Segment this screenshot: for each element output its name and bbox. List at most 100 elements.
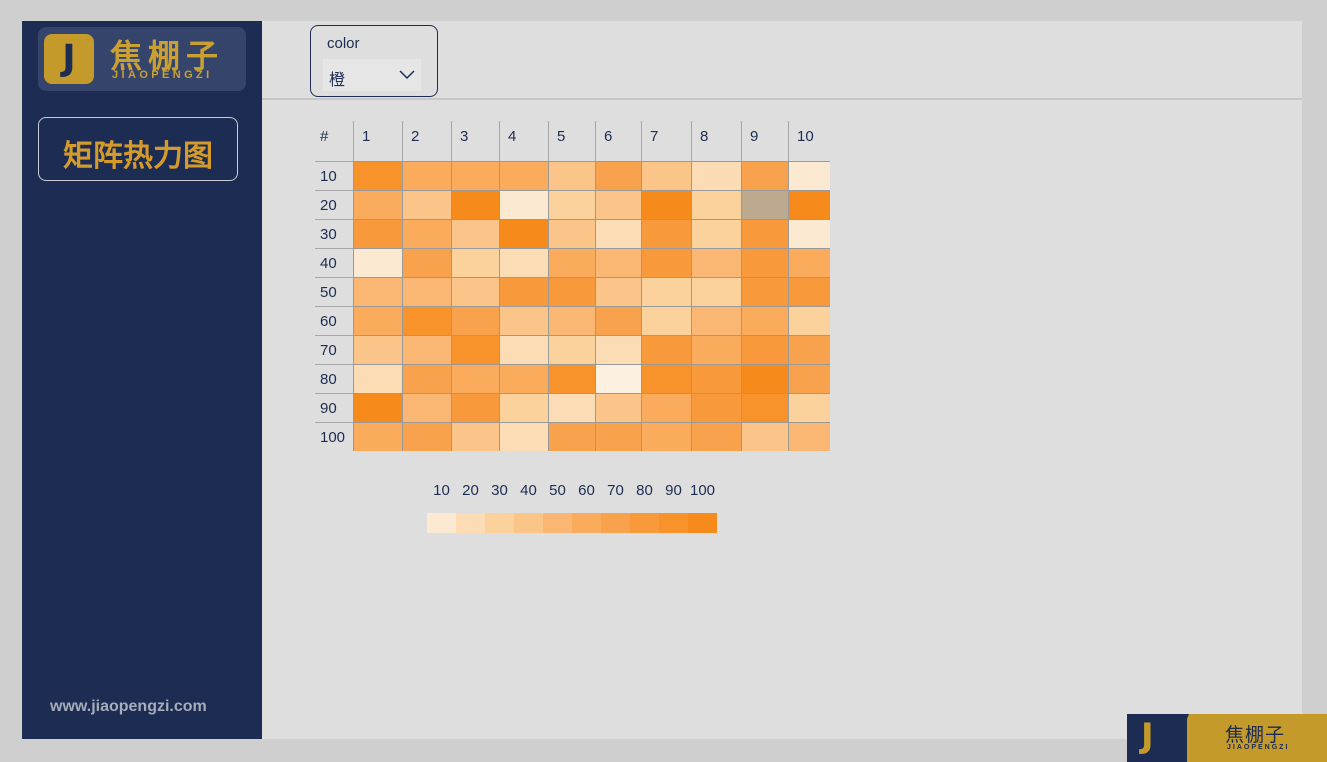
heatmap-cell[interactable] <box>641 364 691 393</box>
heatmap-cell[interactable] <box>499 335 548 364</box>
heatmap-cell[interactable] <box>741 277 788 306</box>
heatmap-cell[interactable] <box>788 248 830 277</box>
heatmap-cell[interactable] <box>499 393 548 422</box>
heatmap-cell[interactable] <box>548 219 595 248</box>
heatmap-cell[interactable] <box>402 161 451 190</box>
heatmap-cell[interactable] <box>499 306 548 335</box>
heatmap-cell[interactable] <box>788 161 830 190</box>
heatmap-cell[interactable] <box>548 422 595 451</box>
heatmap-cell[interactable] <box>691 277 741 306</box>
heatmap-cell[interactable] <box>402 248 451 277</box>
heatmap-cell[interactable] <box>788 219 830 248</box>
heatmap-cell[interactable] <box>595 422 641 451</box>
heatmap-cell[interactable] <box>641 219 691 248</box>
heatmap-cell[interactable] <box>402 393 451 422</box>
heatmap-cell[interactable] <box>353 248 402 277</box>
heatmap-cell[interactable] <box>353 422 402 451</box>
heatmap-cell[interactable] <box>402 190 451 219</box>
heatmap-cell[interactable] <box>741 335 788 364</box>
heatmap-cell[interactable] <box>741 248 788 277</box>
heatmap-cell[interactable] <box>353 393 402 422</box>
heatmap-cell[interactable] <box>741 364 788 393</box>
heatmap-cell[interactable] <box>499 277 548 306</box>
heatmap-cell[interactable] <box>402 219 451 248</box>
heatmap-cell[interactable] <box>499 248 548 277</box>
heatmap-cell[interactable] <box>691 219 741 248</box>
heatmap-cell[interactable] <box>788 393 830 422</box>
heatmap-cell[interactable] <box>451 422 499 451</box>
color-dropdown[interactable]: 橙 <box>323 59 421 91</box>
heatmap-cell[interactable] <box>741 190 788 219</box>
heatmap-cell[interactable] <box>451 393 499 422</box>
heatmap-cell[interactable] <box>741 393 788 422</box>
heatmap-cell[interactable] <box>691 190 741 219</box>
heatmap-cell[interactable] <box>641 335 691 364</box>
heatmap-cell[interactable] <box>353 219 402 248</box>
heatmap-cell[interactable] <box>595 161 641 190</box>
heatmap-cell[interactable] <box>595 393 641 422</box>
heatmap-cell[interactable] <box>691 335 741 364</box>
heatmap-cell[interactable] <box>741 219 788 248</box>
heatmap-cell[interactable] <box>691 364 741 393</box>
heatmap-cell[interactable] <box>499 219 548 248</box>
heatmap-cell[interactable] <box>691 306 741 335</box>
heatmap-cell[interactable] <box>788 335 830 364</box>
heatmap-cell[interactable] <box>402 306 451 335</box>
heatmap-cell[interactable] <box>741 161 788 190</box>
heatmap-cell[interactable] <box>451 306 499 335</box>
heatmap-cell[interactable] <box>402 277 451 306</box>
heatmap-cell[interactable] <box>548 277 595 306</box>
heatmap-cell[interactable] <box>595 364 641 393</box>
heatmap-cell[interactable] <box>548 190 595 219</box>
heatmap-cell[interactable] <box>548 364 595 393</box>
heatmap-cell[interactable] <box>788 422 830 451</box>
heatmap-cell[interactable] <box>451 277 499 306</box>
heatmap-cell[interactable] <box>499 364 548 393</box>
heatmap-cell[interactable] <box>402 422 451 451</box>
heatmap-cell[interactable] <box>353 161 402 190</box>
heatmap-cell[interactable] <box>641 277 691 306</box>
heatmap-cell[interactable] <box>353 277 402 306</box>
heatmap-cell[interactable] <box>641 190 691 219</box>
heatmap-cell[interactable] <box>548 393 595 422</box>
heatmap-cell[interactable] <box>548 248 595 277</box>
heatmap-cell[interactable] <box>641 422 691 451</box>
heatmap-cell[interactable] <box>451 161 499 190</box>
heatmap-cell[interactable] <box>451 190 499 219</box>
heatmap-cell[interactable] <box>451 364 499 393</box>
heatmap-cell[interactable] <box>595 306 641 335</box>
heatmap-cell[interactable] <box>499 161 548 190</box>
heatmap-cell[interactable] <box>451 219 499 248</box>
heatmap-cell[interactable] <box>451 248 499 277</box>
heatmap-cell[interactable] <box>691 393 741 422</box>
heatmap-cell[interactable] <box>691 248 741 277</box>
heatmap-cell[interactable] <box>595 219 641 248</box>
heatmap-cell[interactable] <box>353 190 402 219</box>
heatmap-cell[interactable] <box>402 364 451 393</box>
heatmap-cell[interactable] <box>595 335 641 364</box>
heatmap-cell[interactable] <box>788 190 830 219</box>
heatmap-cell[interactable] <box>741 422 788 451</box>
heatmap-cell[interactable] <box>691 161 741 190</box>
heatmap-cell[interactable] <box>353 306 402 335</box>
heatmap-cell[interactable] <box>788 277 830 306</box>
heatmap-cell[interactable] <box>451 335 499 364</box>
heatmap-cell[interactable] <box>595 277 641 306</box>
heatmap-cell[interactable] <box>353 335 402 364</box>
heatmap-cell[interactable] <box>641 306 691 335</box>
heatmap-cell[interactable] <box>741 306 788 335</box>
heatmap-cell[interactable] <box>548 161 595 190</box>
heatmap-cell[interactable] <box>499 422 548 451</box>
heatmap-cell[interactable] <box>788 306 830 335</box>
heatmap-cell[interactable] <box>499 190 548 219</box>
heatmap-cell[interactable] <box>548 335 595 364</box>
heatmap-cell[interactable] <box>641 248 691 277</box>
heatmap-cell[interactable] <box>595 248 641 277</box>
heatmap-cell[interactable] <box>641 161 691 190</box>
heatmap-cell[interactable] <box>402 335 451 364</box>
heatmap-cell[interactable] <box>548 306 595 335</box>
heatmap-cell[interactable] <box>595 190 641 219</box>
website-link[interactable]: www.jiaopengzi.com <box>50 698 207 716</box>
heatmap-cell[interactable] <box>691 422 741 451</box>
heatmap-cell[interactable] <box>788 364 830 393</box>
